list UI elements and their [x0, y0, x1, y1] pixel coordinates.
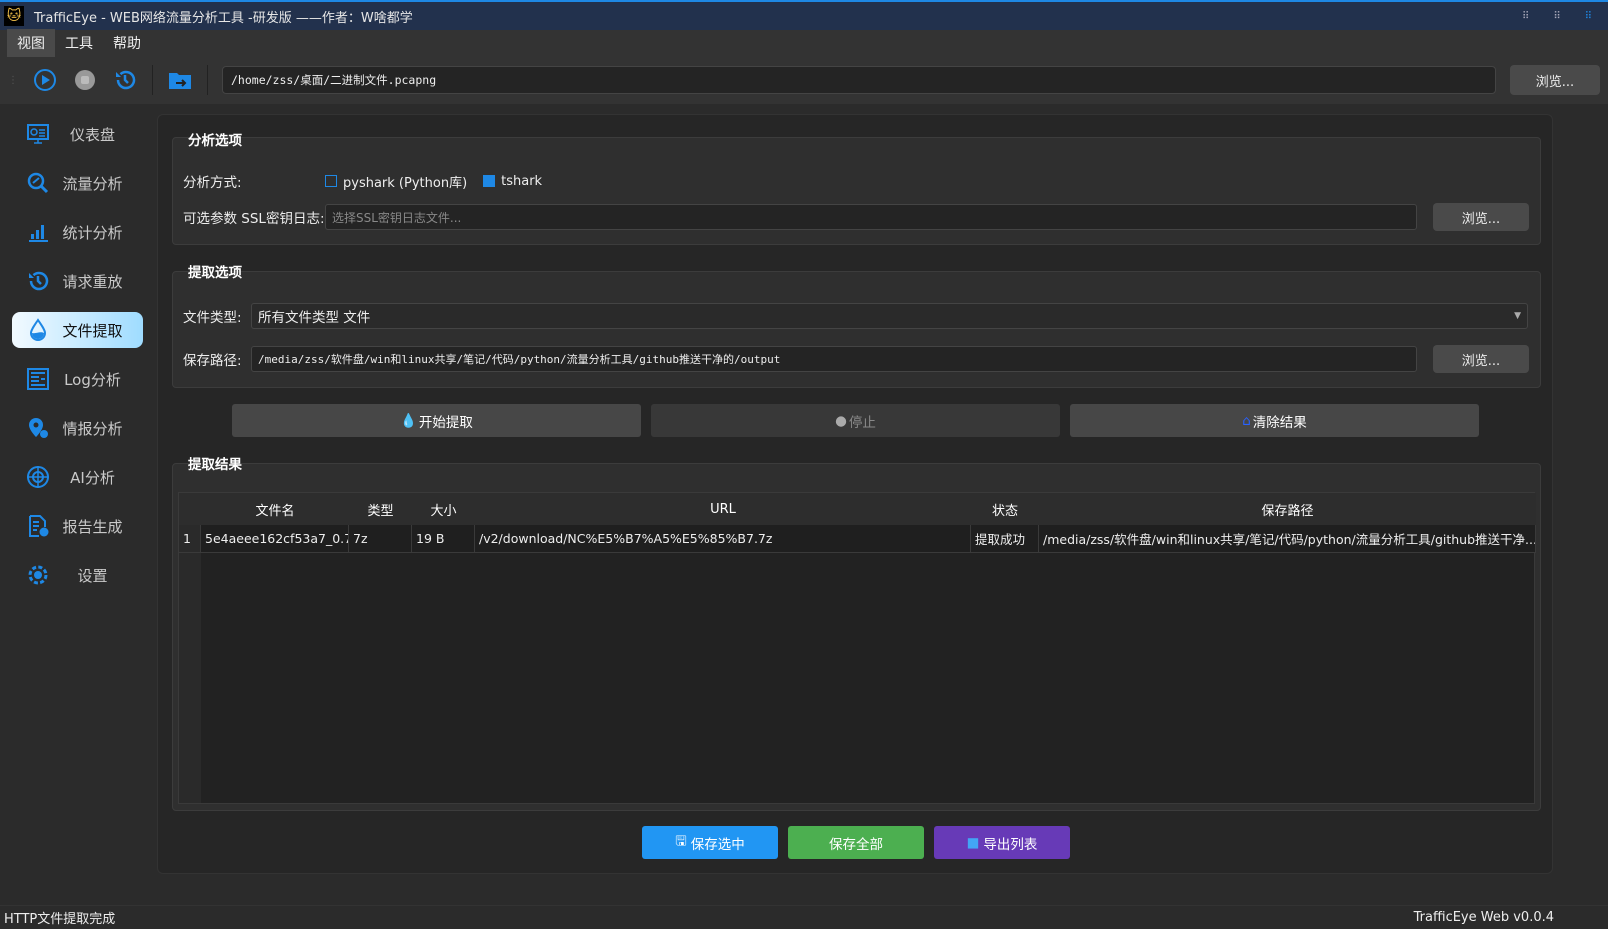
- sidebar-item-4[interactable]: 文件提取: [12, 312, 143, 348]
- water-drop-icon: [26, 318, 50, 342]
- col-header-size[interactable]: 大小: [412, 493, 475, 525]
- pyshark-checkbox[interactable]: pyshark (Python库): [325, 172, 467, 191]
- cell-url: /v2/download/NC%E5%B7%A5%E5%85%B7.7z: [475, 525, 971, 553]
- sidebar-item-label: 流量分析: [62, 174, 123, 193]
- sidebar-item-label: AI分析: [70, 468, 115, 487]
- tshark-checkbox[interactable]: tshark: [483, 174, 542, 189]
- menu-tools[interactable]: 工具: [55, 29, 103, 57]
- extract-options-title: 提取选项: [188, 265, 242, 281]
- sidebar-item-label: 报告生成: [62, 517, 123, 536]
- file-extract-panel: 分析方式: pyshark (Python库) tshark 可选参数 SSL密…: [157, 114, 1553, 874]
- cell-status: 提取成功: [971, 525, 1039, 553]
- sidebar-item-label: 仪表盘: [69, 125, 115, 144]
- start-extract-button[interactable]: 💧 开始提取: [232, 404, 641, 437]
- save-icon: 🖫: [675, 833, 687, 849]
- water-drop-icon: 💧: [400, 412, 417, 429]
- history-icon: [26, 269, 50, 293]
- toolbar-separator: [207, 65, 208, 95]
- dashboard-monitor-icon: [26, 122, 50, 146]
- analysis-options-title: 分析选项: [188, 133, 242, 149]
- log-icon: [26, 367, 50, 391]
- menu-help[interactable]: 帮助: [103, 29, 151, 57]
- report-icon: [26, 514, 50, 538]
- toolbar: ⋮ /home/zss/桌面/二进制文件.pcapng 浏览...: [0, 56, 1608, 104]
- sidebar-item-label: 设置: [77, 566, 108, 585]
- traffic-search-icon: [26, 171, 50, 195]
- results-table: 文件名 类型 大小 URL 状态 保存路径 1 5e4aeee162cf53a7…: [178, 492, 1536, 804]
- results-title: 提取结果: [188, 457, 242, 473]
- play-icon[interactable]: [32, 67, 58, 93]
- sidebar-item-6[interactable]: 情报分析: [12, 410, 143, 446]
- sidebar-item-label: 统计分析: [62, 223, 123, 242]
- file-type-select[interactable]: 所有文件类型 文件 ▼: [251, 303, 1528, 329]
- target-icon: [26, 465, 50, 489]
- sidebar-item-3[interactable]: 请求重放: [12, 263, 143, 299]
- status-bar: HTTP文件提取完成 TrafficEye Web v0.0.4: [0, 905, 1608, 929]
- cell-size: 19 B: [412, 525, 475, 553]
- sidebar-item-label: 情报分析: [62, 419, 123, 438]
- ssl-key-input[interactable]: 选择SSL密钥日志文件...: [325, 204, 1417, 230]
- sidebar-item-1[interactable]: 流量分析: [12, 165, 143, 201]
- browse-pcap-button[interactable]: 浏览...: [1510, 65, 1600, 95]
- stop-button[interactable]: ● 停止: [651, 404, 1060, 437]
- save-selected-button[interactable]: 🖫 保存选中: [642, 826, 778, 859]
- col-header-url[interactable]: URL: [475, 493, 971, 525]
- sidebar-item-label: Log分析: [64, 370, 121, 389]
- col-header-type[interactable]: 类型: [349, 493, 412, 525]
- open-folder-icon[interactable]: [167, 67, 193, 93]
- save-path-label: 保存路径:: [183, 353, 242, 369]
- menu-view[interactable]: 视图: [7, 29, 55, 57]
- sidebar-item-label: 请求重放: [62, 272, 123, 291]
- save-all-button[interactable]: 保存全部: [788, 826, 924, 859]
- broom-icon: ⌂: [1242, 412, 1251, 429]
- file-type-label: 文件类型:: [183, 310, 242, 326]
- folder-icon: ■: [966, 834, 980, 851]
- sidebar-item-8[interactable]: 报告生成: [12, 508, 143, 544]
- stop-icon[interactable]: [72, 67, 98, 93]
- maximize-button[interactable]: ⠿: [1553, 11, 1560, 22]
- browse-save-path-button[interactable]: 浏览...: [1433, 345, 1529, 373]
- cell-type: 7z: [349, 525, 412, 553]
- sidebar-item-2[interactable]: 统计分析: [12, 214, 143, 250]
- toolbar-separator: [152, 65, 153, 95]
- app-version: TrafficEye Web v0.0.4: [1413, 910, 1554, 925]
- gear-icon: [26, 563, 50, 587]
- location-intel-icon: [26, 416, 50, 440]
- save-path-input[interactable]: /media/zss/软件盘/win和linux共享/笔记/代码/python/…: [251, 346, 1417, 372]
- history-icon[interactable]: [112, 67, 138, 93]
- menu-bar: 视图 工具 帮助: [0, 29, 1608, 57]
- analysis-method-label: 分析方式:: [183, 175, 242, 191]
- export-list-button[interactable]: ■ 导出列表: [934, 826, 1070, 859]
- col-header-status[interactable]: 状态: [971, 493, 1039, 525]
- ssl-key-label: 可选参数 SSL密钥日志:: [183, 211, 325, 227]
- browse-ssl-button[interactable]: 浏览...: [1433, 203, 1529, 231]
- col-header-save-path[interactable]: 保存路径: [1039, 493, 1536, 525]
- sidebar-item-5[interactable]: Log分析: [12, 361, 143, 397]
- stop-circle-icon: ●: [835, 412, 847, 429]
- extract-options-group: 文件类型: 所有文件类型 文件 ▼ 保存路径: /media/zss/软件盘/wi…: [172, 271, 1541, 388]
- analysis-options-group: 分析方式: pyshark (Python库) tshark 可选参数 SSL密…: [172, 137, 1541, 245]
- cell-save-path: /media/zss/软件盘/win和linux共享/笔记/代码/python/…: [1039, 525, 1536, 553]
- title-bar: 🐱 TrafficEye - WEB网络流量分析工具 -研发版 ——作者：W啥都…: [0, 0, 1608, 30]
- row-number: 1: [179, 525, 201, 553]
- col-header-filename[interactable]: 文件名: [201, 493, 349, 525]
- sidebar-item-9[interactable]: 设置: [12, 557, 143, 593]
- close-button[interactable]: ⠿: [1585, 11, 1592, 22]
- pcap-path-input[interactable]: /home/zss/桌面/二进制文件.pcapng: [222, 66, 1496, 94]
- window-title: TrafficEye - WEB网络流量分析工具 -研发版 ——作者：W啥都学: [34, 10, 413, 26]
- sidebar-item-label: 文件提取: [62, 321, 123, 340]
- status-message: HTTP文件提取完成: [4, 912, 116, 927]
- bar-chart-icon: [26, 220, 50, 244]
- clear-results-button[interactable]: ⌂ 清除结果: [1070, 404, 1479, 437]
- cell-filename: 5e4aeee162cf53a7_0.7z: [201, 525, 349, 553]
- sidebar-item-0[interactable]: 仪表盘: [12, 116, 143, 152]
- chevron-down-icon: ▼: [1514, 311, 1521, 321]
- sidebar: 仪表盘流量分析统计分析请求重放文件提取 Log分析情报分析 AI分析报告生成设置: [0, 110, 155, 905]
- app-logo-icon: 🐱: [4, 6, 24, 26]
- toolbar-grip-icon: ⋮: [8, 74, 18, 86]
- minimize-button[interactable]: ⠿: [1522, 11, 1529, 22]
- sidebar-item-7[interactable]: AI分析: [12, 459, 143, 495]
